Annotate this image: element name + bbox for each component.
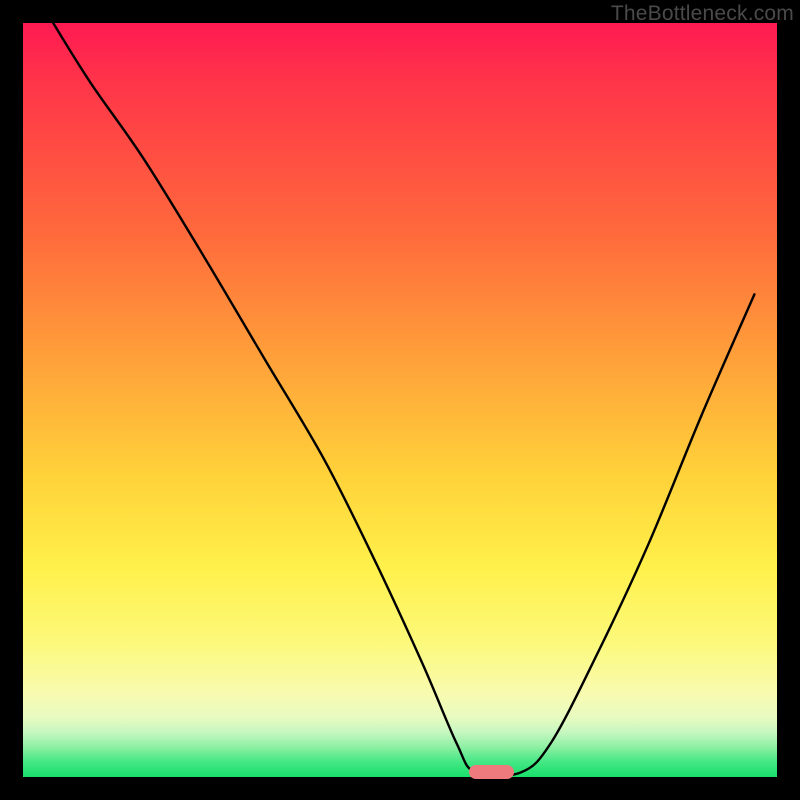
- curve-path: [53, 23, 754, 776]
- watermark-text: TheBottleneck.com: [611, 2, 794, 26]
- plot-area: [23, 23, 777, 777]
- bottleneck-curve: [23, 23, 777, 777]
- optimal-marker: [469, 765, 514, 779]
- chart-frame: TheBottleneck.com: [0, 0, 800, 800]
